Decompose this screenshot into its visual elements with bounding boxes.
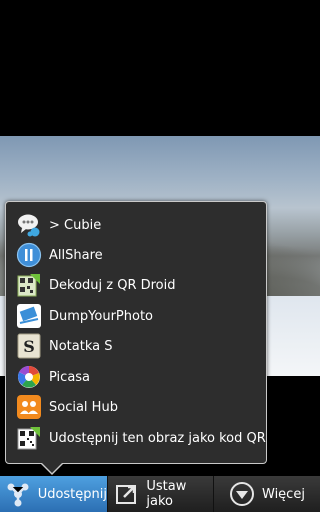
share-item-label: AllShare bbox=[49, 247, 103, 263]
notatka-s-icon: S bbox=[16, 333, 42, 359]
share-item-label: Udostępnij ten obraz jako kod QR bbox=[49, 430, 266, 446]
share-item-label: Picasa bbox=[49, 369, 91, 385]
share-item-allshare[interactable]: AllShare bbox=[16, 240, 266, 270]
more-button-label: Więcej bbox=[262, 486, 305, 502]
qr-code-icon bbox=[16, 425, 42, 451]
cubie-icon bbox=[16, 212, 42, 238]
qr-droid-icon bbox=[16, 272, 42, 298]
share-item-qr-code[interactable]: Udostępnij ten obraz jako kod QR bbox=[16, 423, 266, 453]
share-button-label: Udostępnij bbox=[37, 486, 107, 502]
share-item-cubie[interactable]: > Cubie bbox=[16, 210, 266, 240]
share-item-notatka-s[interactable]: S Notatka S bbox=[16, 331, 266, 361]
set-as-button[interactable]: Ustaw jako bbox=[107, 476, 213, 512]
share-item-label: Social Hub bbox=[49, 399, 118, 415]
share-menu-popup: > Cubie AllShare Dekoduj z QR Droid Dump… bbox=[5, 201, 267, 464]
share-item-social-hub[interactable]: Social Hub bbox=[16, 392, 266, 422]
more-button[interactable]: Więcej bbox=[213, 476, 320, 512]
social-hub-icon bbox=[16, 394, 42, 420]
action-bar: Udostępnij Ustaw jako Więcej bbox=[0, 476, 320, 512]
allshare-icon bbox=[16, 242, 42, 268]
share-item-dumpyourphoto[interactable]: DumpYourPhoto bbox=[16, 301, 266, 331]
share-item-label: Dekoduj z QR Droid bbox=[49, 277, 176, 293]
share-icon bbox=[4, 480, 32, 508]
chevron-down-circle-icon bbox=[228, 480, 256, 508]
picasa-icon bbox=[16, 364, 42, 390]
share-button[interactable]: Udostępnij bbox=[0, 476, 107, 512]
share-item-qr-droid[interactable]: Dekoduj z QR Droid bbox=[16, 270, 266, 300]
dumpyourphoto-icon bbox=[16, 303, 42, 329]
share-item-picasa[interactable]: Picasa bbox=[16, 362, 266, 392]
share-item-label: > Cubie bbox=[49, 217, 102, 233]
svg-text:S: S bbox=[23, 337, 35, 356]
popup-pointer-fill bbox=[41, 462, 63, 473]
share-item-label: Notatka S bbox=[49, 338, 113, 354]
share-item-label: DumpYourPhoto bbox=[49, 308, 153, 324]
set-as-button-label: Ustaw jako bbox=[146, 479, 187, 509]
set-as-icon bbox=[114, 480, 140, 508]
